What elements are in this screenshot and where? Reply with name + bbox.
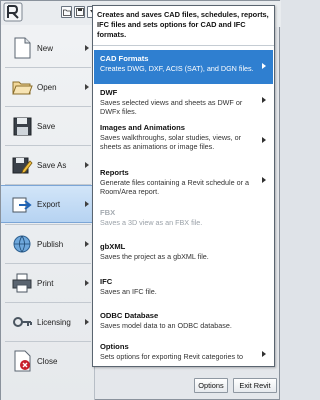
submenu-item-title: Reports xyxy=(100,168,129,177)
chevron-right-icon xyxy=(85,319,89,325)
chevron-right-icon xyxy=(85,241,89,247)
menu-item-publish[interactable]: Publish xyxy=(1,225,95,263)
close-document-icon xyxy=(14,350,31,372)
submenu-item-description: Saves selected views and sheets as DWF o… xyxy=(100,98,243,117)
submenu-item-odbc-database[interactable]: ODBC Database Saves model data to an ODB… xyxy=(94,307,273,335)
submenu-item-title: Options xyxy=(100,342,129,351)
submenu-item-title: ODBC Database xyxy=(100,311,159,320)
chevron-right-icon xyxy=(85,280,89,286)
submenu-item-description: Saves model data to an ODBC database. xyxy=(100,321,232,330)
menu-label-open: Open xyxy=(37,82,57,92)
chevron-right-icon xyxy=(85,45,89,51)
application-menu-list: New Open Save Save As Export Publish Pri… xyxy=(1,25,95,400)
submenu-item-gbxml[interactable]: gbXML Saves the project as a gbXML file. xyxy=(94,238,273,266)
folder-open-icon[interactable] xyxy=(61,6,72,18)
submenu-item-reports[interactable]: Reports Generate files containing a Revi… xyxy=(94,164,273,198)
printer-icon xyxy=(12,273,32,293)
save-icon[interactable] xyxy=(74,6,85,18)
menu-label-save: Save xyxy=(37,121,56,131)
submenu-item-images-animations[interactable]: Images and Animations Saves walkthroughs… xyxy=(94,119,273,163)
menu-item-new[interactable]: New xyxy=(1,29,95,67)
chevron-right-icon xyxy=(262,137,266,143)
menu-label-licensing: Licensing xyxy=(37,317,71,327)
options-button[interactable]: Options xyxy=(194,378,228,393)
submenu-item-title: CAD Formats xyxy=(100,54,149,63)
licensing-icon xyxy=(13,317,32,327)
submenu-divider xyxy=(93,45,274,46)
submenu-item-description: Sets options for exporting Revit categor… xyxy=(100,352,244,361)
submenu-item-description: Saves a 3D view as an FBX file. xyxy=(100,218,203,227)
submenu-item-title: gbXML xyxy=(100,242,126,251)
menu-label-export: Export xyxy=(37,199,61,209)
menu-item-licensing[interactable]: Licensing xyxy=(1,303,95,341)
publish-icon xyxy=(13,235,31,253)
submenu-item-description: Generate files containing a Revit schedu… xyxy=(100,178,250,197)
menu-label-new: New xyxy=(37,43,54,53)
application-logo-icon[interactable] xyxy=(3,2,23,22)
submenu-header: Creates and saves CAD files, schedules, … xyxy=(97,10,269,39)
floppy-disk-icon xyxy=(13,117,32,136)
chevron-right-icon xyxy=(262,97,266,103)
submenu-item-description: Saves the project as a gbXML file. xyxy=(100,252,209,261)
application-menu-window: New Open Save Save As Export Publish Pri… xyxy=(0,0,281,400)
submenu-item-ifc[interactable]: IFC Saves an IFC file. xyxy=(94,273,273,301)
menu-item-open[interactable]: Open xyxy=(1,68,95,106)
chevron-right-icon xyxy=(262,351,266,357)
exit-revit-button[interactable]: Exit Revit xyxy=(233,378,277,393)
menu-item-export[interactable]: Export xyxy=(1,185,95,223)
submenu-item-options[interactable]: Options Sets options for exporting Revit… xyxy=(94,338,273,367)
submenu-item-description: Saves walkthroughs, solar studies, views… xyxy=(100,133,242,152)
menu-item-save-as[interactable]: Save As xyxy=(1,146,95,184)
menu-label-close: Close xyxy=(37,356,58,366)
chevron-right-icon xyxy=(85,162,89,168)
menu-item-close[interactable]: Close xyxy=(1,342,95,380)
submenu-item-title: Images and Animations xyxy=(100,123,185,132)
menu-item-print[interactable]: Print xyxy=(1,264,95,302)
chevron-right-icon xyxy=(85,84,89,90)
submenu-item-cad-formats[interactable]: CAD Formats Creates DWG, DXF, ACIS (SAT)… xyxy=(94,50,273,84)
submenu-item-title: IFC xyxy=(100,277,113,286)
menu-item-save[interactable]: Save xyxy=(1,107,95,145)
submenu-item-description: Creates DWG, DXF, ACIS (SAT), and DGN fi… xyxy=(100,64,254,73)
chevron-right-icon xyxy=(85,201,89,207)
export-submenu: Creates and saves CAD files, schedules, … xyxy=(92,5,275,367)
submenu-item-fbx: FBX Saves a 3D view as an FBX file. xyxy=(94,204,273,232)
export-icon xyxy=(12,197,32,213)
chevron-right-icon xyxy=(262,63,266,69)
menu-label-save-as: Save As xyxy=(37,160,67,170)
save-as-icon xyxy=(12,157,33,174)
open-folder-icon xyxy=(12,81,33,95)
new-document-icon xyxy=(14,37,31,59)
submenu-item-title: DWF xyxy=(100,88,118,97)
menu-label-publish: Publish xyxy=(37,239,64,249)
submenu-item-description: Saves an IFC file. xyxy=(100,287,157,296)
menu-label-print: Print xyxy=(37,278,54,288)
submenu-item-dwf[interactable]: DWF Saves selected views and sheets as D… xyxy=(94,84,273,118)
chevron-right-icon xyxy=(262,177,266,183)
submenu-item-title: FBX xyxy=(100,208,116,217)
